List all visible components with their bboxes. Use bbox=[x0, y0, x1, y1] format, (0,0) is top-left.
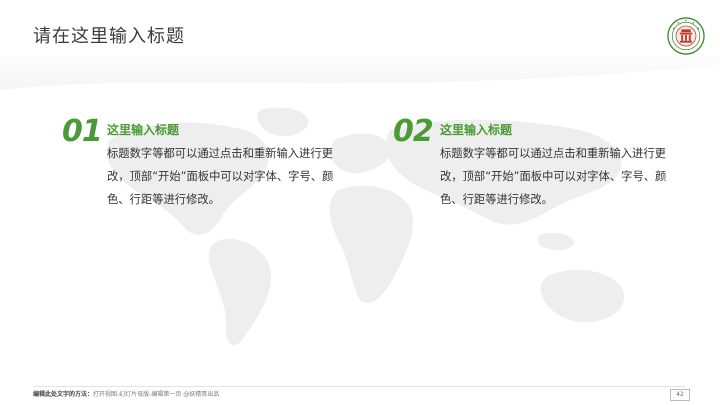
item-heading-1[interactable]: 这里输入标题 bbox=[107, 121, 179, 138]
footer-label: 编辑此处文字的方法： bbox=[33, 391, 94, 398]
item-number-1[interactable]: 01 bbox=[62, 114, 103, 149]
footer-note: 编辑此处文字的方法：打开视图-幻灯片母版-编辑第一页 @妖精哥出品 bbox=[33, 389, 219, 398]
page-title[interactable]: 请在这里输入标题 bbox=[33, 22, 185, 48]
item-body-2[interactable]: 标题数字等都可以通过点击和重新输入进行更改，顶部“开始”面板中可以对字体、字号、… bbox=[440, 142, 675, 211]
item-body-1[interactable]: 标题数字等都可以通过点击和重新输入进行更改，顶部“开始”面板中可以对字体、字号、… bbox=[107, 142, 342, 211]
world-map-background bbox=[106, 107, 625, 346]
footer-instructions: 打开视图-幻灯片母版-编辑第一页 @妖精哥出品 bbox=[93, 391, 220, 398]
university-seal-icon bbox=[667, 17, 705, 55]
page-number: 42 bbox=[670, 389, 690, 401]
item-heading-2[interactable]: 这里输入标题 bbox=[440, 121, 512, 138]
footer-divider bbox=[33, 386, 685, 387]
item-number-2[interactable]: 02 bbox=[393, 114, 434, 149]
